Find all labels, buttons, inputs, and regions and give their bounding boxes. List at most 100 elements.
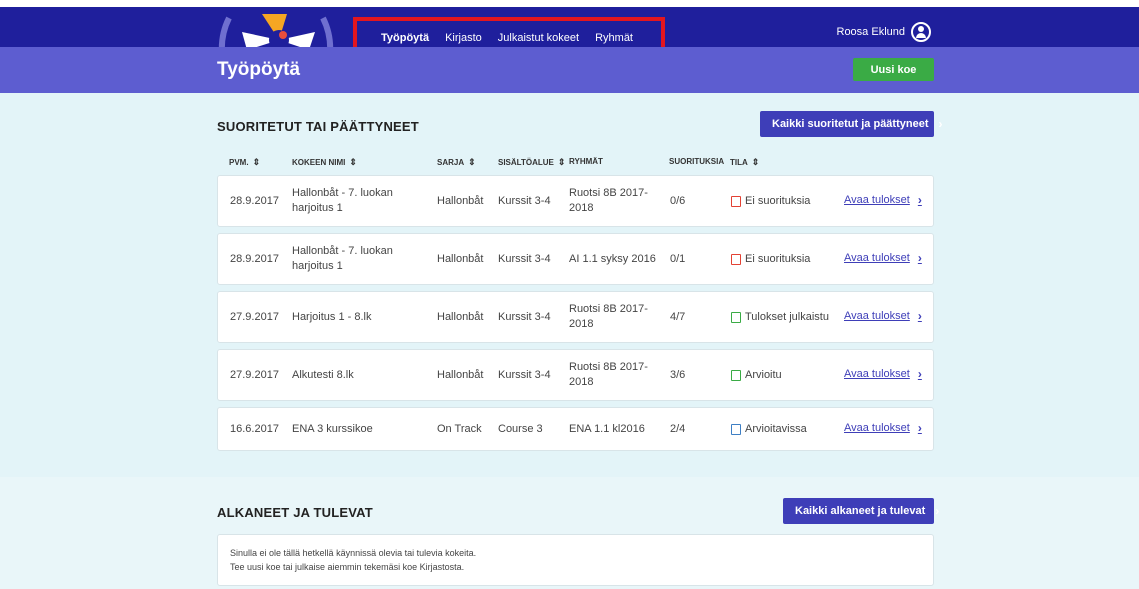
cell-content: Kurssit 3-4 (498, 253, 551, 265)
cell-name: Alkutesti 8.lk (292, 369, 354, 381)
table-row: 27.9.2017 Harjoitus 1 - 8.lk Hallonbåt K… (217, 291, 934, 343)
cell-groups: AI 1.1 syksy 2016 (569, 253, 656, 265)
cell-date: 28.9.2017 (230, 253, 279, 265)
cell-status: Tulokset julkaistu (731, 310, 829, 325)
cell-status: Arvioitu (731, 368, 782, 383)
cell-content: Kurssit 3-4 (498, 195, 551, 207)
table-row: 27.9.2017 Alkutesti 8.lk Hallonbåt Kurss… (217, 349, 934, 401)
status-graded-icon (731, 370, 741, 381)
cell-groups: Ruotsi 8B 2017-2018 (569, 303, 648, 330)
cell-content: Kurssit 3-4 (498, 369, 551, 381)
status-none-icon (731, 254, 741, 265)
column-header-groups: RYHMÄT (569, 157, 603, 166)
cell-series: Hallonbåt (437, 369, 484, 381)
column-header-name-label: KOKEEN NIMI (292, 158, 346, 167)
page-title: Työpöytä (217, 59, 301, 80)
completed-section: SUORITETUT TAI PÄÄTTYNEET Kaikki suorite… (0, 93, 1139, 477)
cell-content: Course 3 (498, 423, 543, 435)
column-header-content-label: SISÄLTÖALUE (498, 158, 554, 167)
completed-section-title: SUORITETUT TAI PÄÄTTYNEET (217, 119, 419, 134)
column-header-name: KOKEEN NIMI ⇕ (292, 157, 357, 168)
status-label: Tulokset julkaistu (745, 311, 829, 323)
column-header-date-label: PVM. (229, 158, 249, 167)
chevron-right-icon: › (938, 117, 943, 131)
nav-item-tyopoyta[interactable]: Työpöytä (381, 32, 429, 44)
all-completed-button[interactable]: Kaikki suoritetut ja päättyneet › (760, 111, 943, 137)
status-label: Arvioitu (745, 369, 782, 381)
cell-content: Kurssit 3-4 (498, 311, 551, 323)
cell-submissions: 0/1 (670, 253, 686, 265)
cell-status: Ei suorituksia (731, 194, 810, 209)
chevron-right-icon: › (917, 251, 922, 265)
upcoming-section: ALKANEET JA TULEVAT Kaikki alkaneet ja t… (0, 477, 1139, 589)
status-published-icon (731, 312, 741, 323)
cell-groups: Ruotsi 8B 2017-2018 (569, 361, 648, 388)
empty-state-line1: Sinulla ei ole tällä hetkellä käynnissä … (230, 548, 477, 558)
column-header-series: SARJA ⇕ (437, 157, 476, 168)
upcoming-section-title: ALKANEET JA TULEVAT (217, 505, 373, 520)
nav-item-julkaistut-kokeet[interactable]: Julkaistut kokeet (498, 32, 579, 44)
all-completed-button-label: Kaikki suoritetut ja päättyneet (772, 118, 929, 130)
sort-icon[interactable]: ⇕ (558, 157, 566, 168)
cell-name: Hallonbåt - 7. luokan harjoitus 1 (292, 245, 393, 272)
sort-icon[interactable]: ⇕ (468, 157, 476, 168)
open-results-label: Avaa tulokset (844, 368, 910, 380)
open-results-label: Avaa tulokset (844, 252, 910, 264)
cell-series: Hallonbåt (437, 195, 484, 207)
column-header-content: SISÄLTÖALUE ⇕ (498, 157, 565, 168)
empty-state-box: Sinulla ei ole tällä hetkellä käynnissä … (217, 534, 934, 586)
chevron-right-icon: › (917, 367, 922, 381)
status-none-icon (731, 196, 741, 207)
sort-icon[interactable]: ⇕ (752, 157, 760, 168)
cell-name: Hallonbåt - 7. luokan harjoitus 1 (292, 187, 393, 214)
cell-date: 27.9.2017 (230, 311, 279, 323)
cell-date: 27.9.2017 (230, 369, 279, 381)
user-menu[interactable]: Roosa Eklund (836, 22, 931, 42)
status-label: Ei suorituksia (745, 195, 811, 207)
cell-name: ENA 3 kurssikoe (292, 423, 373, 435)
cell-submissions: 3/6 (670, 369, 686, 381)
table-row: 16.6.2017 ENA 3 kurssikoe On Track Cours… (217, 407, 934, 451)
open-results-link[interactable]: Avaa tulokset › (844, 309, 922, 323)
user-avatar-icon (911, 22, 931, 42)
open-results-link[interactable]: Avaa tulokset › (844, 193, 922, 207)
cell-series: Hallonbåt (437, 311, 484, 323)
open-results-label: Avaa tulokset (844, 194, 910, 206)
top-navbar: Työpöytä Kirjasto Julkaistut kokeet Ryhm… (0, 7, 1139, 71)
cell-series: Hallonbåt (437, 253, 484, 265)
cell-groups: ENA 1.1 kl2016 (569, 423, 645, 435)
all-upcoming-button-label: Kaikki alkaneet ja tulevat (795, 505, 926, 517)
open-results-link[interactable]: Avaa tulokset › (844, 367, 922, 381)
all-upcoming-button[interactable]: Kaikki alkaneet ja tulevat › (783, 498, 939, 524)
cell-series: On Track (437, 423, 482, 435)
chevron-right-icon: › (917, 421, 922, 435)
column-header-submissions: SUORITUKSIA (669, 157, 724, 166)
chevron-right-icon: › (917, 193, 922, 207)
column-header-state-label: TILA (730, 158, 748, 167)
column-header-state: TILA ⇕ (730, 157, 759, 168)
open-results-label: Avaa tulokset (844, 422, 910, 434)
cell-submissions: 0/6 (670, 195, 686, 207)
open-results-link[interactable]: Avaa tulokset › (844, 421, 922, 435)
nav-item-ryhmat[interactable]: Ryhmät (595, 32, 633, 44)
chevron-right-icon: › (935, 504, 940, 518)
open-results-link[interactable]: Avaa tulokset › (844, 251, 922, 265)
column-header-submissions-label: SUORITUKSIA (669, 157, 725, 166)
cell-status: Ei suorituksia (731, 252, 810, 267)
cell-submissions: 4/7 (670, 311, 686, 323)
table-row: 28.9.2017 Hallonbåt - 7. luokan harjoitu… (217, 175, 934, 227)
new-exam-button[interactable]: Uusi koe (853, 58, 934, 81)
empty-state-line2: Tee uusi koe tai julkaise aiemmin tekemä… (230, 562, 465, 572)
chevron-right-icon: › (917, 309, 922, 323)
sort-icon[interactable]: ⇕ (253, 157, 261, 168)
nav-item-kirjasto[interactable]: Kirjasto (445, 32, 482, 44)
user-name: Roosa Eklund (836, 26, 906, 38)
cell-date: 16.6.2017 (230, 423, 279, 435)
column-header-series-label: SARJA (437, 158, 465, 167)
sort-icon[interactable]: ⇕ (349, 157, 357, 168)
column-header-date: PVM. ⇕ (229, 157, 260, 168)
table-row: 28.9.2017 Hallonbåt - 7. luokan harjoitu… (217, 233, 934, 285)
cell-date: 28.9.2017 (230, 195, 279, 207)
cell-groups: Ruotsi 8B 2017-2018 (569, 187, 648, 214)
open-results-label: Avaa tulokset (844, 310, 910, 322)
